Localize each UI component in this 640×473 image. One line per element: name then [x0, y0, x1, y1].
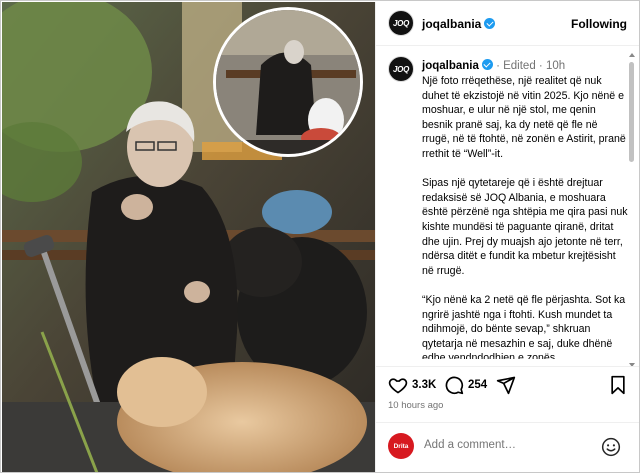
verified-badge-icon [484, 18, 496, 29]
paper-plane-icon [496, 376, 516, 395]
comment-button[interactable]: 254 [444, 375, 487, 395]
commenter-avatar: Drita [388, 433, 414, 459]
heart-icon [388, 378, 408, 394]
caption-age[interactable]: 10h [546, 60, 565, 72]
author-username[interactable]: joqalbania [422, 17, 496, 31]
caption-paragraph-2: Sipas një qytetareje që i është drejtuar… [422, 177, 628, 277]
like-count[interactable]: 3.3K [412, 379, 436, 391]
speech-bubble-icon [445, 376, 464, 395]
caption-text: Një foto rrëqethëse, një realitet që nuk… [422, 74, 628, 359]
inset-scene [216, 10, 360, 154]
caption-paragraph-3: “Kjo nënë ka 2 netë që fle përjashta. So… [422, 293, 626, 359]
post-photo[interactable] [2, 2, 375, 472]
action-bar: 3.3K 254 [376, 372, 639, 398]
commenter-avatar-text: Drita [393, 442, 409, 450]
post-panel: JOQ joqalbania Following JOQ joqalbania … [375, 2, 639, 472]
save-button[interactable] [609, 375, 627, 395]
divider [376, 366, 639, 367]
caption-username[interactable]: joqalbania [422, 60, 479, 72]
caption-avatar-text: JOQ [393, 64, 409, 74]
comment-count[interactable]: 254 [468, 379, 487, 391]
verified-badge-icon [481, 59, 493, 70]
author-avatar-text: JOQ [393, 18, 409, 28]
caption-paragraph-1: Një foto rrëqethëse, një realitet që nuk… [422, 75, 626, 160]
post-header: JOQ joqalbania Following [376, 2, 639, 46]
smiley-face-icon[interactable] [601, 437, 621, 457]
comment-bar: Drita [376, 422, 639, 472]
caption-meta: joqalbania · Edited · 10h [422, 59, 565, 72]
like-button[interactable]: 3.3K [388, 375, 436, 395]
caption-edited: · Edited · [496, 60, 543, 72]
instagram-post-window: JOQ joqalbania Following JOQ joqalbania … [0, 0, 640, 473]
inset-photo-circle [213, 7, 363, 157]
scroll-thumb[interactable] [629, 62, 634, 162]
caption-scrollbar[interactable] [629, 53, 635, 367]
caption-area: JOQ joqalbania · Edited · 10h Një foto r… [376, 54, 636, 359]
bookmark-icon [611, 375, 625, 395]
share-button[interactable] [496, 375, 516, 395]
caption-author-avatar[interactable]: JOQ [388, 56, 414, 82]
author-username-text: joqalbania [422, 17, 482, 31]
comment-input[interactable] [424, 439, 594, 451]
following-button[interactable]: Following [571, 17, 627, 31]
scroll-up-arrow-icon[interactable] [629, 53, 635, 57]
post-timestamp[interactable]: 10 hours ago [388, 400, 443, 411]
author-avatar[interactable]: JOQ [388, 10, 414, 36]
